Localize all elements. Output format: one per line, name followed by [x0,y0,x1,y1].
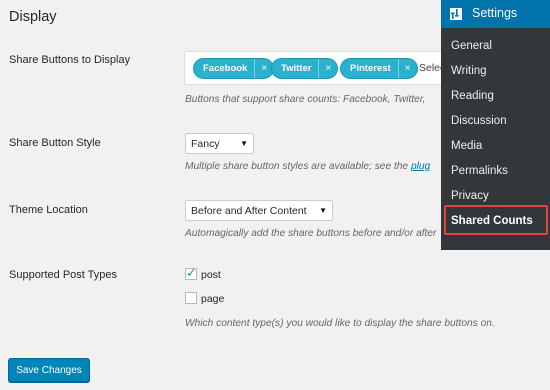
theme-location-description: Automagically add the share buttons befo… [185,228,437,239]
button-style-label: Share Button Style [9,137,101,149]
chip-twitter: Twitter × [271,58,339,79]
menu-item-general[interactable]: General [451,40,492,52]
theme-location-select[interactable]: Before and After Content ▼ [185,200,333,221]
section-title: Display [9,9,57,25]
menu-item-media[interactable]: Media [451,140,482,152]
button-style-value: Fancy [191,137,220,150]
post-checkbox-label[interactable]: post [201,269,221,281]
menu-item-reading[interactable]: Reading [451,90,494,102]
chip-label: Twitter [281,63,312,74]
remove-pinterest-icon[interactable]: × [397,59,417,78]
theme-location-value: Before and After Content [191,204,307,217]
menu-item-discussion[interactable]: Discussion [451,115,507,127]
menu-item-privacy[interactable]: Privacy [451,190,489,202]
chevron-down-icon: ▼ [240,139,248,148]
highlight-box [444,205,548,235]
page-checkbox-label[interactable]: page [201,293,224,305]
post-checkbox[interactable]: ✓ [185,265,197,280]
menu-item-permalinks[interactable]: Permalinks [451,165,508,177]
page-checkbox[interactable] [185,292,197,304]
chip-label: Pinterest [350,63,391,74]
chip-pinterest: Pinterest × [340,58,418,79]
button-style-description-text: Multiple share button styles are availab… [185,161,411,172]
save-changes-button[interactable]: Save Changes [8,358,90,382]
post-types-description: Which content type(s) you would like to … [185,318,495,329]
settings-menu-header[interactable]: Settings [441,0,550,28]
theme-location-label: Theme Location [9,204,88,216]
share-buttons-label: Share Buttons to Display [9,54,131,66]
chevron-down-icon: ▼ [319,206,327,215]
chip-facebook: Facebook × [193,58,275,79]
checkmark-icon: ✓ [186,265,197,280]
plugin-link[interactable]: plug [411,161,430,172]
button-style-select[interactable]: Fancy ▼ [185,133,254,154]
button-style-description: Multiple share button styles are availab… [185,161,430,172]
menu-item-writing[interactable]: Writing [451,65,487,77]
post-types-label: Supported Post Types [9,269,118,281]
settings-menu-title: Settings [472,6,518,20]
share-buttons-description: Buttons that support share counts: Faceb… [185,94,426,105]
settings-sliders-icon [450,8,462,20]
share-buttons-multiselect[interactable]: Facebook × Twitter × Pinterest × Selec [184,51,454,85]
chip-label: Facebook [203,63,248,74]
remove-twitter-icon[interactable]: × [318,59,337,78]
